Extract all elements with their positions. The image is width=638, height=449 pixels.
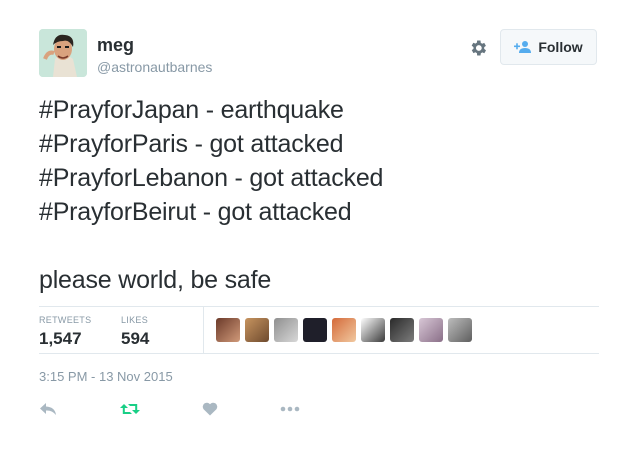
tweet-text: #PrayforJapan - earthquake #PrayforParis… bbox=[39, 93, 383, 297]
tweet-line: #PrayforBeirut - got attacked bbox=[39, 198, 352, 226]
liker-avatar[interactable] bbox=[361, 318, 385, 342]
reply-icon bbox=[40, 403, 56, 415]
follow-button[interactable]: Follow bbox=[500, 29, 597, 65]
hashtag-link[interactable]: #PrayforJapan bbox=[39, 96, 199, 124]
retweets-count: 1,547 bbox=[39, 329, 82, 348]
like-button[interactable] bbox=[202, 399, 218, 419]
divider bbox=[39, 353, 599, 354]
likes-stat[interactable]: LIKES 594 bbox=[121, 315, 149, 349]
liker-avatar[interactable] bbox=[332, 318, 356, 342]
liker-avatar[interactable] bbox=[419, 318, 443, 342]
liker-avatar[interactable] bbox=[303, 318, 327, 342]
hashtag-link[interactable]: #PrayforLebanon bbox=[39, 164, 228, 192]
tweet-line: #PrayforLebanon - got attacked bbox=[39, 164, 384, 192]
tweet-header: meg @astronautbarnes Follow bbox=[39, 29, 599, 79]
settings-button[interactable] bbox=[467, 37, 489, 59]
hashtag-link[interactable]: #PrayforBeirut bbox=[39, 198, 196, 226]
liker-avatar[interactable] bbox=[274, 318, 298, 342]
avatar[interactable] bbox=[39, 29, 87, 77]
reply-button[interactable] bbox=[39, 399, 57, 419]
liker-avatar[interactable] bbox=[390, 318, 414, 342]
display-name[interactable]: meg bbox=[97, 35, 212, 55]
retweet-button[interactable] bbox=[120, 399, 140, 419]
likes-count: 594 bbox=[121, 329, 150, 348]
tweet-line: please world, be safe bbox=[39, 266, 272, 294]
tweet-stats: RETWEETS 1,547 LIKES 594 bbox=[39, 307, 599, 353]
hashtag-link[interactable]: #PrayforParis bbox=[39, 130, 188, 158]
retweet-icon bbox=[120, 404, 140, 414]
liker-avatar[interactable] bbox=[245, 318, 269, 342]
tweet-line: #PrayforJapan - earthquake bbox=[39, 96, 344, 124]
stats-separator bbox=[203, 307, 204, 353]
gear-icon bbox=[471, 40, 486, 56]
tweet-line: #PrayforParis - got attacked bbox=[39, 130, 344, 158]
retweets-stat[interactable]: RETWEETS 1,547 bbox=[39, 315, 91, 349]
more-button[interactable] bbox=[280, 399, 300, 419]
heart-icon bbox=[202, 402, 218, 416]
user-handle[interactable]: @astronautbarnes bbox=[97, 58, 212, 76]
liker-avatars bbox=[216, 318, 472, 342]
liker-avatar[interactable] bbox=[216, 318, 240, 342]
liker-avatar[interactable] bbox=[448, 318, 472, 342]
tweet-timestamp[interactable]: 3:15 PM - 13 Nov 2015 bbox=[39, 369, 173, 384]
add-user-icon bbox=[514, 41, 532, 53]
follow-button-label: Follow bbox=[538, 39, 583, 55]
retweets-label: RETWEETS bbox=[39, 315, 92, 325]
more-icon bbox=[280, 406, 300, 412]
likes-label: LIKES bbox=[121, 315, 149, 325]
